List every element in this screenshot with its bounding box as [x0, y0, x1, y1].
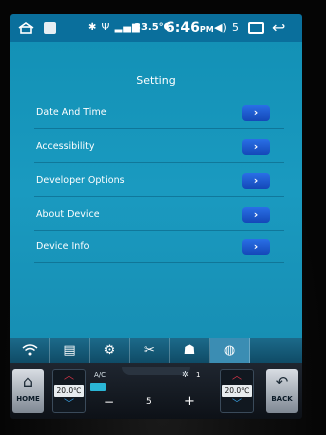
back-arrow-icon: ↶: [275, 373, 289, 391]
left-temperature: 20.0℃: [54, 385, 84, 397]
temp-down-icon[interactable]: ﹀: [53, 399, 85, 411]
menu-item-label: Accessibility: [36, 141, 95, 152]
menu-item-about-device[interactable]: About Device ›: [34, 200, 284, 231]
recents-icon[interactable]: [248, 22, 264, 34]
status-time-value: 6:46: [165, 20, 200, 36]
right-temperature-control: ︿ 20.0℃ ﹀: [220, 369, 254, 413]
home-button[interactable]: ⌂ HOME: [12, 369, 44, 413]
back-label: BACK: [271, 395, 293, 403]
temp-down-icon[interactable]: ﹀: [221, 399, 253, 411]
fan-level: 1: [196, 371, 201, 379]
fan-icon: ✲: [182, 370, 189, 379]
chevron-right-icon[interactable]: ›: [242, 207, 270, 223]
home-label: HOME: [16, 395, 40, 403]
menu-item-label: About Device: [36, 209, 100, 220]
fan-plus-button[interactable]: +: [184, 394, 195, 409]
menu-item-accessibility[interactable]: Accessibility ›: [34, 132, 284, 163]
chevron-right-icon[interactable]: ›: [242, 239, 270, 255]
settings-tab-bar: ▤ ⚙ ✂ ☗ ◍: [10, 338, 302, 363]
gear-icon[interactable]: ⚙: [90, 338, 130, 363]
menu-item-device-info[interactable]: Device Info ›: [34, 232, 284, 263]
menu-item-developer-options[interactable]: Developer Options ›: [34, 166, 284, 197]
volume-icon[interactable]: ◀): [214, 14, 227, 42]
device-info-icon[interactable]: ▤: [50, 338, 90, 363]
head-unit: ✱ Ψ ▂▄▆ 33.5℃ 6:46PM ◀) 5 ↩ Setting Date…: [0, 0, 326, 435]
chevron-right-icon[interactable]: ›: [242, 139, 270, 155]
ac-toggle[interactable]: [90, 383, 106, 391]
volume-level: 5: [232, 21, 239, 34]
page-title: Setting: [136, 74, 176, 87]
fan-minus-button[interactable]: −: [104, 395, 114, 409]
back-button[interactable]: ↶ BACK: [266, 369, 298, 413]
fan-notch: [122, 367, 190, 375]
left-temperature-control: ︿ 20.0℃ ﹀: [52, 369, 86, 413]
temp-up-icon[interactable]: ︿: [53, 371, 85, 383]
menu-item-date-and-time[interactable]: Date And Time ›: [34, 98, 284, 129]
user-settings-icon[interactable]: ☗: [170, 338, 210, 363]
status-ampm: PM: [199, 25, 214, 34]
menu-item-label: Developer Options: [36, 175, 125, 186]
climate-control-bar: ⌂ HOME ︿ 20.0℃ ﹀ A/C ✲ 1 − 5 + ︿ 20.0℃ ﹀: [10, 363, 302, 419]
menu-item-label: Device Info: [36, 241, 90, 252]
tools-icon[interactable]: ✂: [130, 338, 170, 363]
screen: ✱ Ψ ▂▄▆ 33.5℃ 6:46PM ◀) 5 ↩ Setting Date…: [10, 14, 302, 419]
settings-panel: Setting Date And Time › Accessibility › …: [10, 42, 302, 338]
status-bar: ✱ Ψ ▂▄▆ 33.5℃ 6:46PM ◀) 5 ↩: [10, 14, 302, 42]
status-time: 6:46PM: [165, 14, 214, 42]
globe-icon[interactable]: ◍: [210, 338, 250, 363]
chevron-right-icon[interactable]: ›: [242, 173, 270, 189]
temp-up-icon[interactable]: ︿: [221, 371, 253, 383]
fan-value: 5: [146, 397, 152, 407]
chevron-right-icon[interactable]: ›: [242, 105, 270, 121]
tab-spacer: [250, 338, 302, 363]
right-temperature: 20.0℃: [222, 385, 252, 397]
ac-label: A/C: [94, 371, 107, 379]
wifi-icon[interactable]: [10, 338, 50, 363]
connectivity-icons: ✱ Ψ ▂▄▆: [88, 22, 141, 33]
home-icon[interactable]: [18, 22, 34, 34]
back-icon[interactable]: ↩: [272, 14, 285, 42]
house-icon: ⌂: [22, 372, 34, 391]
menu-item-label: Date And Time: [36, 107, 107, 118]
app-thumbnail-icon[interactable]: [44, 22, 56, 34]
